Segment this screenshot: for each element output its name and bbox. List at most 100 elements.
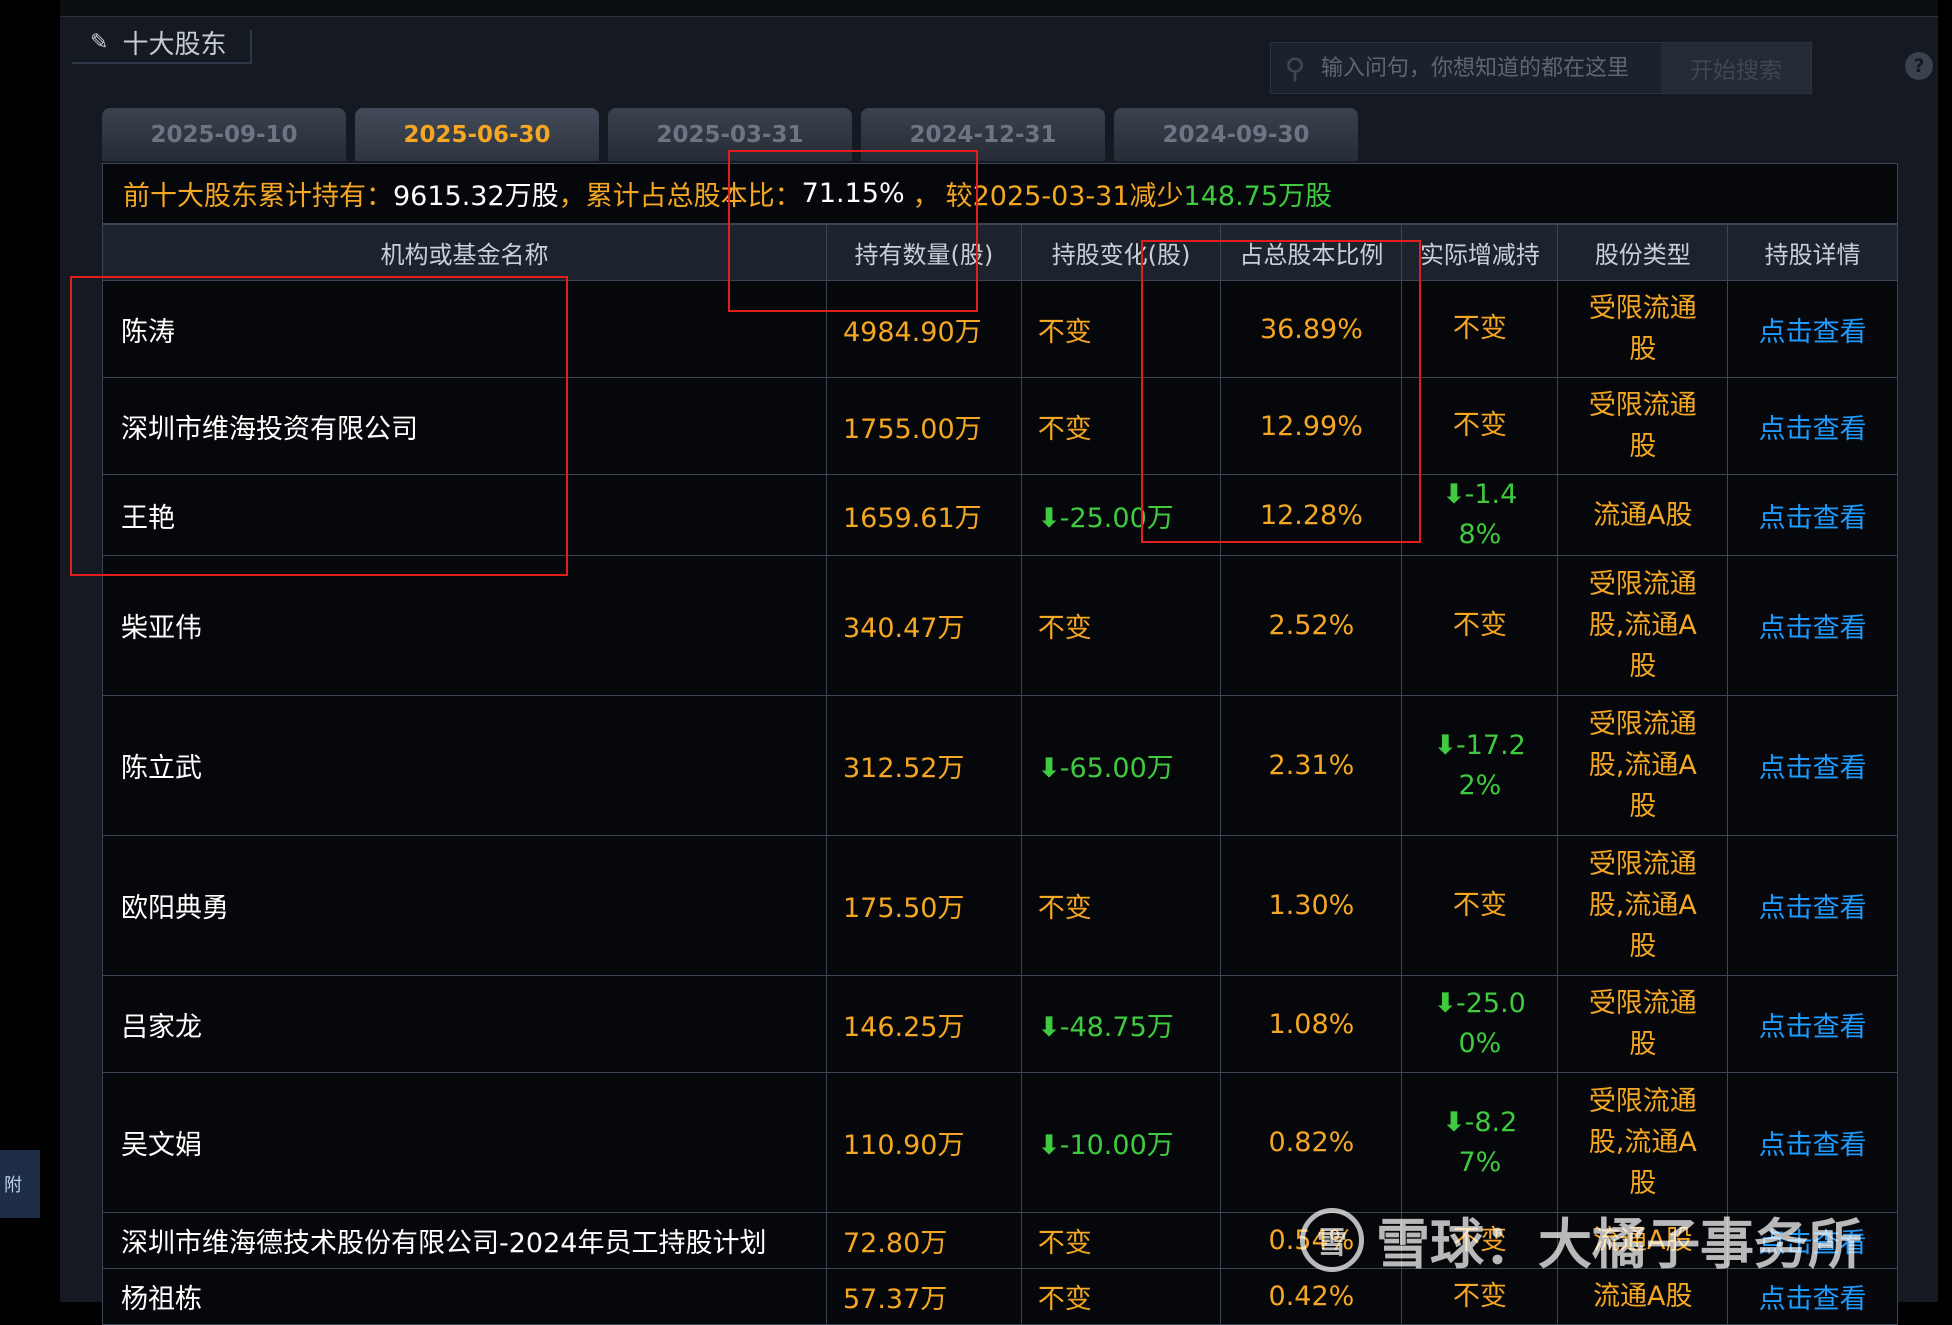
col-header-name: 机构或基金名称 xyxy=(102,224,827,281)
table-row: 王艳 1659.61万 ⬇-25.00万 12.28% ⬇-1.48% 流通A股 点击查看 xyxy=(102,474,1898,556)
cell-actual: ⬇-8.27% xyxy=(1401,1072,1559,1213)
cell-percent: 12.28% xyxy=(1220,474,1403,556)
percent-value: 36.89% xyxy=(1259,313,1363,345)
col-header-change: 持股变化(股) xyxy=(1020,224,1222,281)
hold-amount: 312.52万 xyxy=(842,753,965,784)
hold-amount: 110.90万 xyxy=(842,1130,965,1161)
cell-name: 欧阳典勇 xyxy=(102,835,827,976)
hold-amount: 146.25万 xyxy=(842,1011,965,1043)
cell-detail: 点击查看 xyxy=(1727,555,1898,696)
actual-wrap: 不变 xyxy=(1425,1221,1535,1261)
tab-date[interactable]: 2025-09-10 xyxy=(102,108,346,161)
arrow-down-icon: ⬇ xyxy=(1037,1011,1061,1043)
share-type: 流通A股 xyxy=(1593,1281,1693,1312)
arrow-down-icon: ⬇ xyxy=(1442,1106,1466,1138)
percent-value: 1.08% xyxy=(1268,1008,1355,1040)
detail-link[interactable]: 点击查看 xyxy=(1759,1228,1867,1259)
search-input[interactable] xyxy=(1319,42,1661,94)
cell-change: 不变 xyxy=(1020,377,1222,475)
cell-actual: 不变 xyxy=(1401,377,1559,475)
cell-percent: 2.31% xyxy=(1220,695,1403,836)
percent-value: 0.82% xyxy=(1268,1127,1355,1158)
cell-change: ⬇-25.00万 xyxy=(1020,474,1222,556)
cell-actual: ⬇-17.22% xyxy=(1401,695,1559,836)
search-button[interactable]: 开始搜索 xyxy=(1661,43,1811,93)
tab-date[interactable]: 2025-03-31 xyxy=(608,108,852,161)
change-value: -25.00万 xyxy=(1059,502,1174,534)
percent-value: 2.31% xyxy=(1268,750,1355,781)
cell-type: 受限流通股 xyxy=(1557,377,1729,475)
cell-detail: 点击查看 xyxy=(1727,1268,1898,1325)
change-value: 不变 xyxy=(1037,1228,1092,1259)
actual-value: -17.22% xyxy=(1455,729,1526,801)
change-value: 不变 xyxy=(1037,893,1092,924)
arrow-down-icon: ⬇ xyxy=(1433,729,1457,761)
actual-value: -8.27% xyxy=(1458,1106,1518,1178)
cell-name: 深圳市维海德技术股份有限公司-2024年员工持股计划 xyxy=(102,1212,827,1269)
summary-compare-sep: ， xyxy=(912,181,940,212)
percent-value: 2.52% xyxy=(1268,610,1355,641)
tab-date[interactable]: 2024-12-31 xyxy=(861,108,1105,161)
shareholder-name: 王艳 xyxy=(121,502,175,534)
share-type: 受限流通股 xyxy=(1588,293,1697,365)
summary-ratio: 71.15% xyxy=(801,178,905,209)
col-header-pct: 占总股本比例 xyxy=(1220,224,1403,281)
actual-value: 不变 xyxy=(1452,313,1507,344)
arrow-down-icon: ⬇ xyxy=(1037,753,1061,784)
share-type: 受限流通股 xyxy=(1588,390,1697,462)
tab-date[interactable]: 2024-09-30 xyxy=(1114,108,1358,161)
side-tab[interactable]: 附 xyxy=(0,1150,40,1218)
cell-hold: 340.47万 xyxy=(825,555,1022,696)
detail-link[interactable]: 点击查看 xyxy=(1759,1130,1867,1161)
cell-change: 不变 xyxy=(1020,1212,1222,1269)
detail-link[interactable]: 点击查看 xyxy=(1759,613,1867,644)
cell-type: 流通A股 xyxy=(1557,1212,1729,1269)
arrow-down-icon: ⬇ xyxy=(1037,1130,1061,1161)
change-value: 不变 xyxy=(1037,413,1092,445)
actual-value: -25.00% xyxy=(1455,988,1526,1059)
cell-actual: 不变 xyxy=(1401,835,1559,976)
cell-change: ⬇-48.75万 xyxy=(1020,975,1222,1073)
cell-name: 柴亚伟 xyxy=(102,555,827,696)
cell-percent: 36.89% xyxy=(1220,280,1403,378)
cell-type: 受限流通股,流通A股 xyxy=(1557,695,1729,836)
table-row: 杨祖栋 57.37万 不变 0.42% 不变 流通A股 点击查看 xyxy=(102,1268,1898,1325)
detail-link[interactable]: 点击查看 xyxy=(1759,1284,1867,1315)
cell-name: 杨祖栋 xyxy=(102,1268,827,1325)
change-value: -65.00万 xyxy=(1059,753,1174,784)
tab-date[interactable]: 2025-06-30 xyxy=(355,108,599,161)
cell-hold: 146.25万 xyxy=(825,975,1022,1073)
cell-detail: 点击查看 xyxy=(1727,695,1898,836)
share-type: 受限流通股,流通A股 xyxy=(1588,569,1697,682)
section-title-label: 十大股东 xyxy=(122,29,227,60)
cell-type: 受限流通股 xyxy=(1557,280,1729,378)
detail-link[interactable]: 点击查看 xyxy=(1759,317,1867,348)
cell-actual: 不变 xyxy=(1401,555,1559,696)
cell-actual: 不变 xyxy=(1401,1212,1559,1269)
shareholders-panel: ✎ 十大股东 ⚲ 开始搜索 ? 2025-09-102025-06-302025… xyxy=(60,0,1938,1325)
cell-name: 陈涛 xyxy=(102,280,827,378)
share-type: 流通A股 xyxy=(1593,1225,1693,1256)
col-header-detail: 持股详情 xyxy=(1727,224,1898,281)
cell-change: ⬇-10.00万 xyxy=(1020,1072,1222,1213)
shareholder-name: 欧阳典勇 xyxy=(121,893,229,924)
cell-name: 陈立武 xyxy=(102,695,827,836)
actual-wrap: ⬇-8.27% xyxy=(1425,1103,1535,1183)
shareholder-name: 吴文娟 xyxy=(121,1130,202,1161)
detail-link[interactable]: 点击查看 xyxy=(1759,503,1867,534)
arrow-down-icon: ⬇ xyxy=(1433,988,1457,1019)
cell-percent: 0.82% xyxy=(1220,1072,1403,1213)
cell-type: 流通A股 xyxy=(1557,1268,1729,1325)
detail-link[interactable]: 点击查看 xyxy=(1759,1012,1867,1043)
help-icon[interactable]: ? xyxy=(1905,52,1933,80)
cell-percent: 1.30% xyxy=(1220,835,1403,976)
actual-wrap: 不变 xyxy=(1425,406,1535,446)
cell-actual: 不变 xyxy=(1401,1268,1559,1325)
detail-link[interactable]: 点击查看 xyxy=(1759,893,1867,924)
detail-link[interactable]: 点击查看 xyxy=(1759,753,1867,784)
hold-amount: 57.37万 xyxy=(842,1284,948,1315)
cell-hold: 312.52万 xyxy=(825,695,1022,836)
hold-amount: 175.50万 xyxy=(842,893,965,924)
detail-link[interactable]: 点击查看 xyxy=(1759,414,1867,445)
cell-name: 深圳市维海投资有限公司 xyxy=(102,377,827,475)
